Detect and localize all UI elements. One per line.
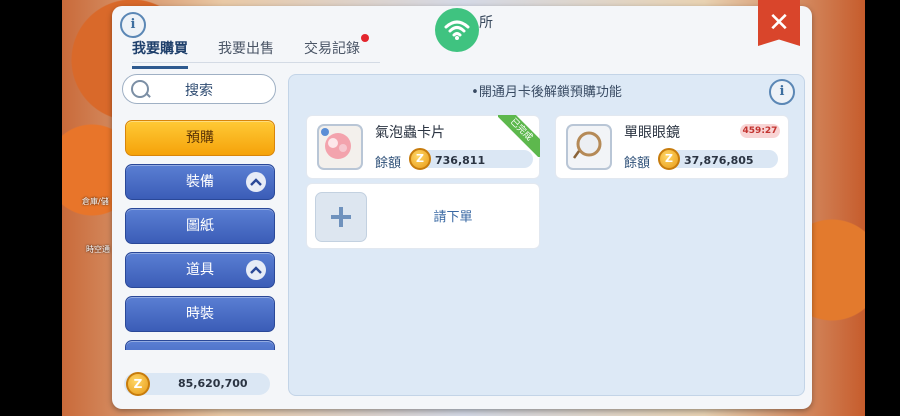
ribbon-label: 已完成 [498,115,540,157]
listing-area: •開通月卡後解鎖預購功能 i 氣泡蟲卡片 餘額 Z 736,811 已完成 單眼… [288,74,805,396]
category-blueprint[interactable]: 圖紙 [125,208,275,244]
category-label: 道具 [186,262,214,278]
price-label: 餘額 [375,156,402,171]
preorder-notice: •開通月卡後解鎖預購功能 [471,85,622,100]
category-label: 裝備 [186,174,214,190]
listing-card[interactable]: 單眼眼鏡 459:27 餘額 Z 37,876,805 [555,115,789,179]
map-label: 時空通 [86,245,110,254]
chevron-up-icon[interactable] [246,260,266,280]
category-preorder[interactable]: 預購 [125,120,275,156]
chevron-up-icon[interactable] [246,172,266,192]
close-button[interactable]: ✕ [758,0,800,46]
window-title: 所 [479,15,493,31]
wifi-icon [435,8,479,52]
category-label: 預購 [186,130,214,146]
category-equipment[interactable]: 裝備 [125,164,275,200]
balance-value: 85,620,700 [178,377,248,390]
bubble-card-icon [317,124,363,170]
zeny-coin-icon: Z [658,148,680,170]
letterbox-right [865,0,900,416]
zeny-coin-icon: Z [126,372,150,396]
price-value: 37,876,805 [684,154,754,167]
tab-history[interactable]: 交易記錄 [304,34,369,69]
price-value: 736,811 [435,154,486,167]
search-label: 搜索 [185,83,213,99]
countdown-timer: 459:27 [740,124,780,138]
category-items[interactable]: 道具 [125,252,275,288]
tab-bar: 我要購買 我要出售 交易記錄 [132,34,390,69]
map-label: 倉庫/儲 [82,197,109,206]
letterbox-left [0,0,62,416]
search-button[interactable]: 搜索 [122,74,276,104]
tab-sell[interactable]: 我要出售 [218,38,274,69]
category-list[interactable]: 預購 裝備 圖紙 道具 時裝 [124,118,276,350]
tab-buy[interactable]: 我要購買 [132,38,188,69]
item-name: 單眼眼鏡 [624,125,680,141]
completed-ribbon: 已完成 [498,115,540,157]
monocle-icon [566,124,612,170]
add-order-slot[interactable]: 請下單 [306,183,540,249]
tab-history-label: 交易記錄 [304,41,360,57]
info-icon[interactable]: i [120,12,146,38]
notification-badge [361,34,369,42]
category-label: 時裝 [186,306,214,322]
wallet-balance: Z 85,620,700 [124,372,270,396]
zeny-coin-icon: Z [409,148,431,170]
category-fashion[interactable]: 時裝 [125,296,275,332]
tab-divider [132,62,380,63]
item-name: 氣泡蟲卡片 [375,125,445,141]
close-icon: ✕ [768,8,790,38]
listing-card[interactable]: 氣泡蟲卡片 餘額 Z 736,811 已完成 [306,115,540,179]
category-label: 圖紙 [186,218,214,234]
info-icon[interactable]: i [769,79,795,105]
plus-icon [315,192,367,242]
price-label: 餘額 [624,156,651,171]
category-partial[interactable] [125,340,275,350]
add-order-label: 請下單 [433,210,473,225]
